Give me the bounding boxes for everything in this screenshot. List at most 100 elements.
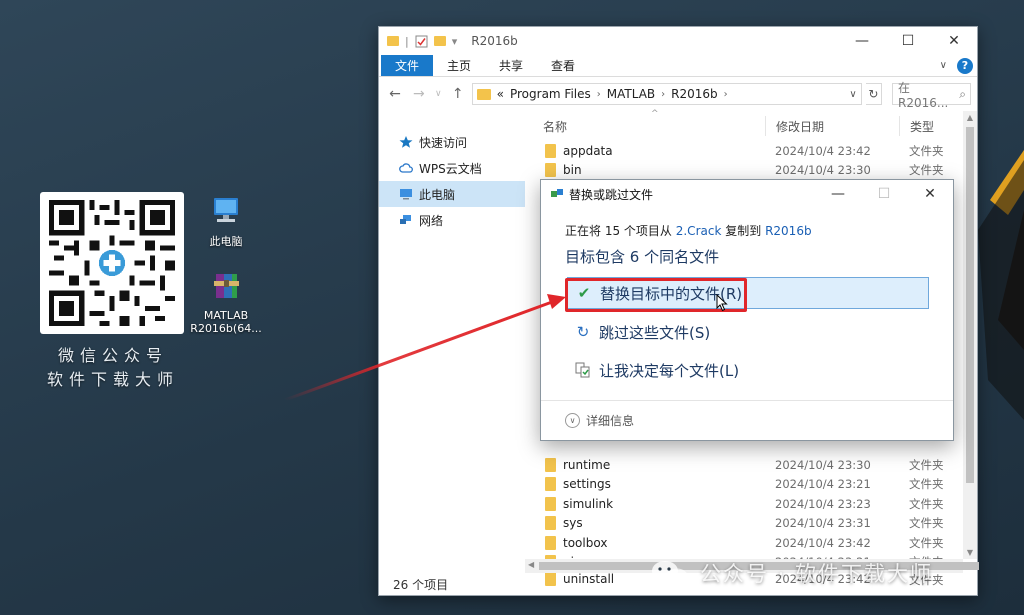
scroll-up-icon[interactable]: ▲ [963,113,977,122]
replace-files-option[interactable]: ✔ 替换目标中的文件(R) [567,277,929,309]
cloud-icon [399,163,413,173]
minimize-button[interactable]: — [815,186,861,202]
compare-icon [575,362,590,378]
properties-icon[interactable] [415,35,428,48]
column-header-date[interactable]: 修改日期 [765,116,899,136]
address-bar[interactable]: « Program Files › MATLAB › R2016b › ∨ [471,83,862,105]
source-folder-link[interactable]: 2.Crack [676,224,722,238]
skip-files-option[interactable]: ↻ 跳过这些文件(S) [567,316,711,348]
expand-details-icon[interactable]: ∨ [565,413,580,428]
file-type: 文件夹 [909,143,944,158]
folder-icon [545,477,556,492]
chevron-right-icon[interactable]: › [724,89,728,100]
watermark: 公众号 · 软件下载大师 [650,558,933,588]
info-middle: 复制到 [725,224,762,238]
chevron-right-icon[interactable]: › [597,89,601,100]
close-button[interactable]: ✕ [931,27,977,55]
conflict-heading: 目标包含 6 个同名文件 [565,248,720,266]
window-controls: — ☐ ✕ [839,27,977,55]
address-overflow[interactable]: « [497,87,504,101]
tab-view[interactable]: 查看 [537,55,589,76]
mouse-cursor-icon [716,294,728,312]
file-date: 2024/10/4 23:42 [775,535,871,550]
sidebar-item-this-pc[interactable]: 此电脑 [379,181,525,207]
file-date: 2024/10/4 23:42 [775,143,871,158]
column-header-name[interactable]: 名称 [525,118,765,135]
sidebar-item-network[interactable]: 网络 [379,207,525,233]
file-type: 文件夹 [909,496,944,511]
folder-icon [476,88,491,100]
tab-file[interactable]: 文件 [381,55,434,76]
details-toggle[interactable]: 详细信息 [586,412,634,429]
breadcrumb-segment[interactable]: Program Files [510,87,591,101]
breadcrumb-segment[interactable]: MATLAB [607,87,655,101]
qr-caption-line2: 软件下载大师 [46,370,179,389]
replace-or-skip-dialog[interactable]: 替换或跳过文件 — ☐ ✕ 正在将 15 个项目从 2.Crack 复制到 R2… [540,179,954,441]
desktop-icon-this-pc[interactable]: 此电脑 [186,194,266,248]
checkmark-icon: ✔ [577,284,591,302]
new-folder-icon[interactable] [433,36,446,46]
tab-share[interactable]: 共享 [485,55,537,76]
scroll-left-icon[interactable]: ◀ [528,560,534,569]
file-name: appdata [563,143,613,158]
table-row[interactable]: simulink 2024/10/4 23:23 文件夹 [525,494,963,514]
table-row[interactable]: settings 2024/10/4 23:21 文件夹 [525,475,963,495]
scroll-down-icon[interactable]: ▼ [963,548,977,557]
refresh-icon[interactable]: ↻ [865,83,883,105]
file-name-cell: simulink [525,496,765,511]
file-name-cell: sys [525,516,765,531]
file-name-cell: bin [525,163,765,178]
desktop-icon-matlab-archive[interactable]: MATLAB R2016b(64... [186,268,266,335]
help-icon[interactable]: ? [957,57,973,74]
wechat-logo-icon [652,561,688,586]
table-row[interactable]: sys 2024/10/4 23:31 文件夹 [525,514,963,534]
close-button[interactable]: ✕ [907,186,953,202]
navigation-bar: ← → ∨ ↑ « Program Files › MATLAB › R2016… [379,77,977,111]
file-type: 文件夹 [909,457,944,472]
customize-dropdown-icon[interactable]: ▾ [452,35,458,48]
copy-files-icon [551,189,563,197]
up-arrow-icon[interactable]: ↑ [448,86,468,102]
ribbon-expand-icon[interactable]: ∨ [940,60,947,71]
copy-info-text: 正在将 15 个项目从 2.Crack 复制到 R2016b [565,222,812,239]
file-name-cell: settings [525,477,765,492]
maximize-button[interactable]: ☐ [885,27,931,55]
decide-each-file-option[interactable]: 让我决定每个文件(L) [567,354,739,386]
qr-code-image [49,200,175,326]
scrollbar-thumb[interactable] [966,127,974,483]
vertical-scrollbar[interactable]: ▲ ▼ [963,111,977,559]
table-row[interactable]: toolbox 2024/10/4 23:42 文件夹 [525,533,963,553]
sidebar-item-wps-cloud[interactable]: WPS云文档 [379,155,525,181]
sidebar-item-label: 此电脑 [419,187,456,202]
breadcrumb-segment[interactable]: R2016b [671,87,718,101]
address-history-dropdown-icon[interactable]: ∨ [849,89,856,100]
file-date: 2024/10/4 23:21 [775,477,871,492]
watermark-text: 公众号 · 软件下载大师 [700,562,934,586]
search-placeholder: 在 R2016... [898,80,949,110]
maximize-button: ☐ [877,186,891,202]
file-list-top: appdata 2024/10/4 23:42 文件夹 bin 2024/10/… [525,141,963,180]
back-arrow-icon[interactable]: ← [385,86,405,102]
table-row[interactable]: bin 2024/10/4 23:30 文件夹 [525,161,963,181]
minimize-button[interactable]: — [839,27,885,55]
qr-caption-line1: 微信公众号 [57,346,168,365]
column-header-type[interactable]: 类型 [899,116,934,136]
tab-home[interactable]: 主页 [433,55,485,76]
computer-icon [214,198,238,222]
sidebar-item-quick-access[interactable]: 快速访问 [379,129,525,155]
table-row[interactable]: runtime 2024/10/4 23:30 文件夹 [525,455,963,475]
folder-icon [545,535,556,550]
info-prefix: 正在将 15 个项目从 [565,224,672,238]
title-bar[interactable]: | ▾ R2016b — ☐ ✕ [379,27,977,55]
file-type: 文件夹 [909,516,944,531]
forward-arrow-icon[interactable]: → [409,86,429,102]
file-date: 2024/10/4 23:31 [775,516,871,531]
search-box[interactable]: 在 R2016... ⌕ [892,81,971,110]
chevron-right-icon[interactable]: › [661,89,665,100]
recent-dropdown-icon[interactable]: ∨ [433,89,444,99]
sidebar-item-label: 快速访问 [419,135,468,150]
destination-folder-link[interactable]: R2016b [765,224,812,238]
ribbon-tabs: 文件 主页 共享 查看 ∨ ? [379,55,977,77]
table-row[interactable]: appdata 2024/10/4 23:42 文件夹 [525,141,963,161]
dialog-title-bar[interactable]: 替换或跳过文件 — ☐ ✕ [541,180,953,208]
